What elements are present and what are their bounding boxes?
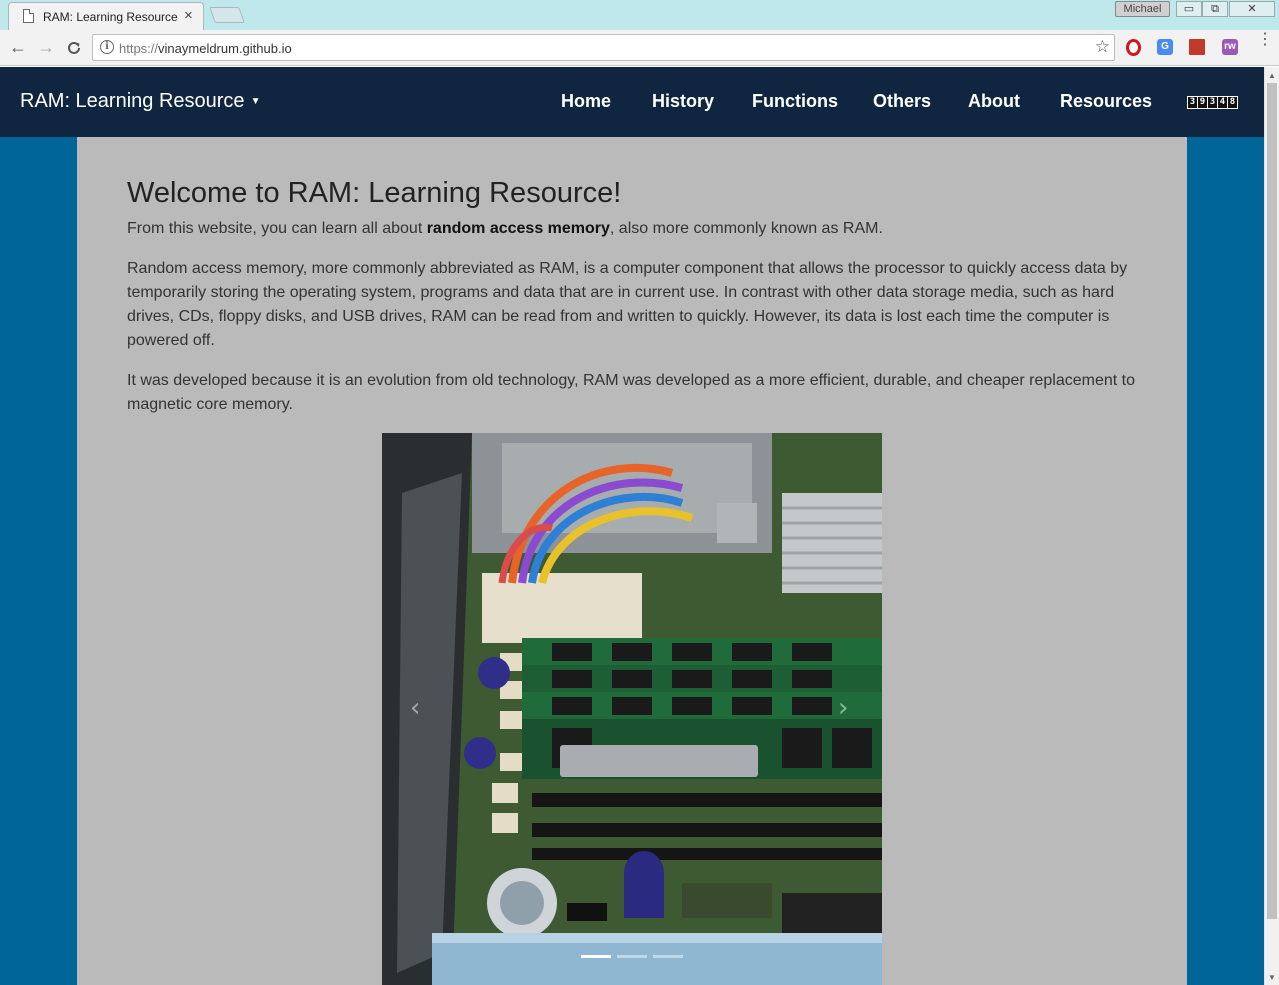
carousel-indicators bbox=[581, 955, 683, 958]
browser-menu-icon[interactable]: ⋮ bbox=[1257, 32, 1273, 48]
nav-link-others[interactable]: Others bbox=[873, 91, 931, 112]
puzzle-extension-icon[interactable]: rw bbox=[1222, 39, 1238, 55]
nav-link-history[interactable]: History bbox=[652, 91, 714, 112]
new-tab-button[interactable] bbox=[209, 7, 245, 23]
carousel-prev-arrow[interactable]: ‹ bbox=[410, 693, 420, 723]
translate-extension-icon[interactable]: G bbox=[1157, 39, 1173, 55]
intro-paragraph: From this website, you can learn all abo… bbox=[127, 217, 1137, 241]
hit-counter: 3 9 3 4 8 bbox=[1187, 96, 1238, 109]
tab-title: RAM: Learning Resource bbox=[43, 10, 178, 24]
forward-icon[interactable]: → bbox=[35, 37, 57, 59]
counter-digit: 8 bbox=[1228, 97, 1237, 108]
profile-button[interactable]: Michael bbox=[1115, 1, 1170, 17]
site-navbar: RAM: Learning Resource ▼ Home History Fun… bbox=[0, 67, 1264, 137]
restore-button[interactable]: ⧉ bbox=[1202, 1, 1228, 17]
carousel-indicator[interactable] bbox=[653, 955, 683, 958]
page-title: Welcome to RAM: Learning Resource! bbox=[127, 177, 622, 209]
nav-link-home[interactable]: Home bbox=[561, 91, 611, 112]
site-brand-dropdown[interactable]: RAM: Learning Resource ▼ bbox=[20, 90, 260, 113]
carousel-next-arrow[interactable]: › bbox=[838, 693, 848, 723]
scroll-down-arrow-icon[interactable]: ▼ bbox=[1268, 973, 1276, 982]
counter-digit: 3 bbox=[1208, 97, 1217, 108]
browser-tab[interactable]: RAM: Learning Resource × bbox=[8, 2, 204, 30]
bookmark-extension-icon[interactable] bbox=[1189, 39, 1205, 55]
page-viewport: RAM: Learning Resource ▼ Home History Fun… bbox=[0, 67, 1264, 985]
scroll-up-arrow-icon[interactable]: ▲ bbox=[1268, 71, 1276, 80]
page-icon bbox=[23, 9, 34, 23]
ram-description-paragraph: Random access memory, more commonly abbr… bbox=[127, 260, 1128, 349]
counter-digit: 9 bbox=[1198, 97, 1207, 108]
tab-close-icon[interactable]: × bbox=[184, 7, 193, 24]
bookmark-star-icon[interactable]: ☆ bbox=[1095, 37, 1110, 57]
url-scheme: https:// bbox=[119, 41, 159, 56]
url-host: vinaymeldrum.github.io bbox=[158, 41, 292, 56]
nav-link-resources[interactable]: Resources bbox=[1060, 91, 1152, 112]
carousel-indicator[interactable] bbox=[581, 955, 611, 958]
window-close-button[interactable]: ✕ bbox=[1229, 1, 1275, 17]
url-text: https://vinaymeldrum.github.io bbox=[119, 41, 292, 56]
opera-extension-icon[interactable] bbox=[1126, 39, 1141, 56]
brand-label: RAM: Learning Resource bbox=[20, 90, 245, 112]
browser-tabstrip: RAM: Learning Resource × Michael ▭ ⧉ ✕ bbox=[0, 0, 1279, 30]
image-carousel[interactable]: ‹ › bbox=[382, 433, 882, 985]
nav-link-about[interactable]: About bbox=[968, 91, 1020, 112]
browser-toolbar: ← → i https://vinaymeldrum.github.io ☆ G… bbox=[0, 30, 1279, 66]
nav-link-functions[interactable]: Functions bbox=[752, 91, 838, 112]
scrollbar-thumb[interactable] bbox=[1267, 83, 1277, 919]
motherboard-ram-photo bbox=[382, 433, 882, 985]
counter-digit: 3 bbox=[1188, 97, 1197, 108]
intro-text-after: , also more commonly known as RAM. bbox=[609, 220, 883, 237]
counter-digit: 4 bbox=[1218, 97, 1227, 108]
caret-down-icon: ▼ bbox=[250, 96, 261, 107]
info-icon[interactable]: i bbox=[100, 40, 114, 54]
address-bar[interactable]: i https://vinaymeldrum.github.io ☆ bbox=[92, 34, 1115, 61]
back-icon[interactable]: ← bbox=[7, 37, 29, 59]
page-scrollbar[interactable]: ▲ ▼ bbox=[1264, 67, 1279, 985]
minimize-button[interactable]: ▭ bbox=[1176, 1, 1202, 17]
main-content: Welcome to RAM: Learning Resource! From … bbox=[77, 137, 1187, 985]
intro-text-before: From this website, you can learn all abo… bbox=[127, 220, 427, 237]
reload-icon[interactable] bbox=[63, 37, 85, 59]
intro-bold-term: random access memory bbox=[426, 220, 610, 237]
carousel-indicator[interactable] bbox=[617, 955, 647, 958]
ram-history-paragraph: It was developed because it is an evolut… bbox=[127, 372, 1135, 413]
